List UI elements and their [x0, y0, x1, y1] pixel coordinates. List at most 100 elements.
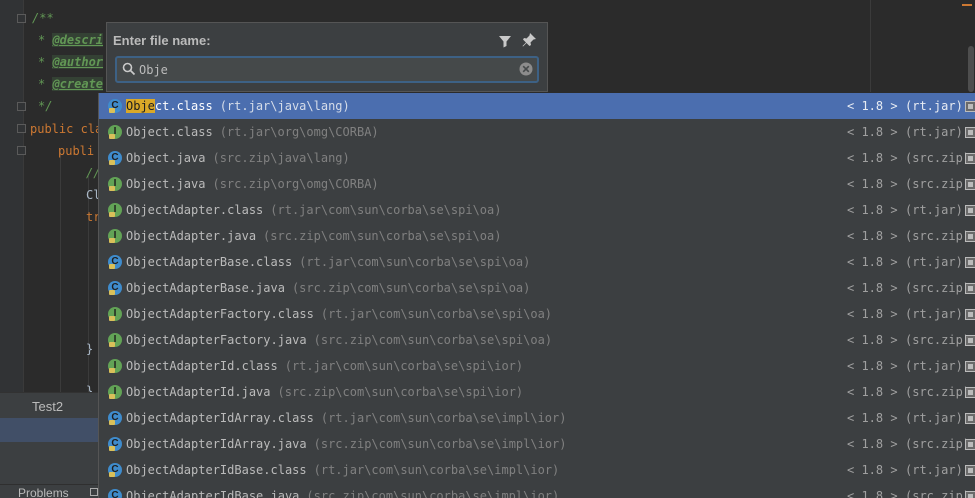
result-file-name: ObjectAdapterIdArray.class (rt.jar\com\su… [126, 411, 567, 425]
code-line-doc-open: /** [32, 11, 54, 25]
library-icon [965, 361, 975, 372]
result-row[interactable]: I ObjectAdapterId.java (src.zip\com\sun\co… [99, 379, 975, 405]
result-row[interactable]: C ObjectAdapterIdArray.java (src.zip\com\s… [99, 431, 975, 457]
result-archive: (rt.jar) [905, 359, 963, 373]
result-file-path: (rt.jar\com\sun\corba\se\impl\ior) [313, 463, 560, 477]
filter-icon[interactable] [497, 33, 513, 49]
result-jdk-version: < 1.8 > [847, 99, 898, 113]
tab-test2[interactable]: Test2 [0, 392, 98, 418]
result-file-path: (src.zip\com\sun\corba\se\spi\oa) [291, 281, 531, 295]
class-file-icon: C [108, 151, 122, 165]
result-jdk-version: < 1.8 > [847, 333, 898, 347]
result-jdk-version: < 1.8 > [847, 489, 898, 498]
popup-title: Enter file name: [113, 33, 211, 48]
fold-marker[interactable] [17, 102, 26, 111]
result-file-name: ObjectAdapterIdBase.java (src.zip\com\sun… [126, 489, 559, 498]
interface-file-icon: I [108, 333, 122, 347]
fold-marker[interactable] [17, 14, 26, 23]
result-row[interactable]: C Object.class (rt.jar\java\lang) < 1.8 > (r… [99, 93, 975, 119]
result-jdk-version: < 1.8 > [847, 463, 898, 477]
search-box[interactable] [115, 56, 539, 83]
library-icon [965, 231, 975, 242]
match-highlight: Obje [126, 99, 155, 113]
code-line-method-decl: publi [58, 144, 95, 158]
fold-marker[interactable] [17, 124, 26, 133]
library-icon [965, 179, 975, 190]
code-line-doc-close: */ [38, 99, 53, 113]
result-row[interactable]: C ObjectAdapterBase.class (rt.jar\com\sun\… [99, 249, 975, 275]
result-file-name: Object.java (src.zip\java\lang) [126, 151, 350, 165]
result-row[interactable]: C ObjectAdapterIdBase.class (rt.jar\com\su… [99, 457, 975, 483]
library-icon [965, 413, 975, 424]
result-archive: (rt.jar) [905, 203, 963, 217]
class-file-icon: C [108, 463, 122, 477]
class-file-icon: C [108, 489, 122, 498]
result-file-name: Object.class (rt.jar\java\lang) [126, 99, 350, 113]
class-file-icon: C [108, 437, 122, 451]
result-archive: (src.zip) [905, 385, 971, 399]
error-stripe-mark[interactable] [962, 4, 972, 6]
library-icon [965, 205, 975, 216]
result-archive: (src.zip) [905, 151, 971, 165]
result-row[interactable]: C ObjectAdapterIdBase.java (src.zip\com\su… [99, 483, 975, 498]
problems-tool-button[interactable]: Problems [0, 484, 98, 498]
result-file-path: (src.zip\com\sun\corba\se\impl\ior) [306, 489, 560, 498]
problems-label: Problems [18, 486, 69, 498]
result-archive: (rt.jar) [905, 411, 963, 425]
result-row[interactable]: C ObjectAdapterBase.java (src.zip\com\sun\… [99, 275, 975, 301]
panel-selected-row[interactable] [0, 418, 98, 442]
interface-file-icon: I [108, 385, 122, 399]
result-jdk-version: < 1.8 > [847, 229, 898, 243]
library-icon [965, 465, 975, 476]
code-line-class-decl: public cla [30, 122, 103, 136]
result-archive: (rt.jar) [905, 125, 963, 139]
editor-gutter [0, 0, 24, 392]
result-row[interactable]: C Object.java (src.zip\java\lang) < 1.8 > (s… [99, 145, 975, 171]
right-margin-guide [870, 0, 871, 92]
result-archive: (src.zip) [905, 489, 971, 498]
result-archive: (rt.jar) [905, 463, 963, 477]
result-row[interactable]: I ObjectAdapterFactory.class (rt.jar\com\s… [99, 301, 975, 327]
result-file-name: ObjectAdapterIdArray.java (src.zip\com\su… [126, 437, 567, 451]
result-row[interactable]: I ObjectAdapterFactory.java (src.zip\com\s… [99, 327, 975, 353]
interface-file-icon: I [108, 307, 122, 321]
file-name-input[interactable] [139, 61, 509, 78]
result-archive: (rt.jar) [905, 255, 963, 269]
interface-file-icon: I [108, 203, 122, 217]
result-row[interactable]: C ObjectAdapterIdArray.class (rt.jar\com\s… [99, 405, 975, 431]
result-archive: (src.zip) [905, 177, 971, 191]
result-file-path: (rt.jar\com\sun\corba\se\spi\oa) [270, 203, 502, 217]
result-file-path: (rt.jar\com\sun\corba\se\impl\ior) [320, 411, 567, 425]
interface-file-icon: I [108, 125, 122, 139]
result-file-path: (src.zip\com\sun\corba\se\spi\ior) [277, 385, 524, 399]
result-file-path: (rt.jar\org\omg\CORBA) [219, 125, 379, 139]
library-icon [965, 491, 975, 498]
result-jdk-version: < 1.8 > [847, 307, 898, 321]
library-icon [965, 127, 975, 138]
result-file-name: ObjectAdapterId.class (rt.jar\com\sun\cor… [126, 359, 524, 373]
library-icon [965, 309, 975, 320]
terminal-icon[interactable] [90, 488, 98, 496]
result-archive: (src.zip) [905, 229, 971, 243]
code-line-doc-star: * @descri [38, 33, 104, 47]
fold-marker[interactable] [17, 146, 26, 155]
result-row[interactable]: I ObjectAdapterId.class (rt.jar\com\sun\co… [99, 353, 975, 379]
interface-file-icon: I [108, 229, 122, 243]
result-row[interactable]: I ObjectAdapter.class (rt.jar\com\sun\corb… [99, 197, 975, 223]
tab-test2-label: Test2 [32, 399, 64, 414]
result-row[interactable]: I Object.java (src.zip\org\omg\CORBA) < 1.8… [99, 171, 975, 197]
library-icon [965, 101, 975, 112]
result-file-path: (src.zip\java\lang) [212, 151, 350, 165]
doc-tag-create: @create [52, 77, 104, 91]
clear-icon[interactable] [519, 62, 533, 76]
result-jdk-version: < 1.8 > [847, 177, 898, 191]
result-row[interactable]: I Object.class (rt.jar\org\omg\CORBA) < 1.8… [99, 119, 975, 145]
result-jdk-version: < 1.8 > [847, 359, 898, 373]
result-jdk-version: < 1.8 > [847, 437, 898, 451]
result-jdk-version: < 1.8 > [847, 125, 898, 139]
editor-scrollbar[interactable] [968, 46, 974, 92]
result-row[interactable]: I ObjectAdapter.java (src.zip\com\sun\corb… [99, 223, 975, 249]
pin-icon[interactable] [521, 32, 537, 48]
result-file-path: (rt.jar\com\sun\corba\se\spi\ior) [284, 359, 524, 373]
result-file-name: ObjectAdapterBase.java (src.zip\com\sun\c… [126, 281, 531, 295]
